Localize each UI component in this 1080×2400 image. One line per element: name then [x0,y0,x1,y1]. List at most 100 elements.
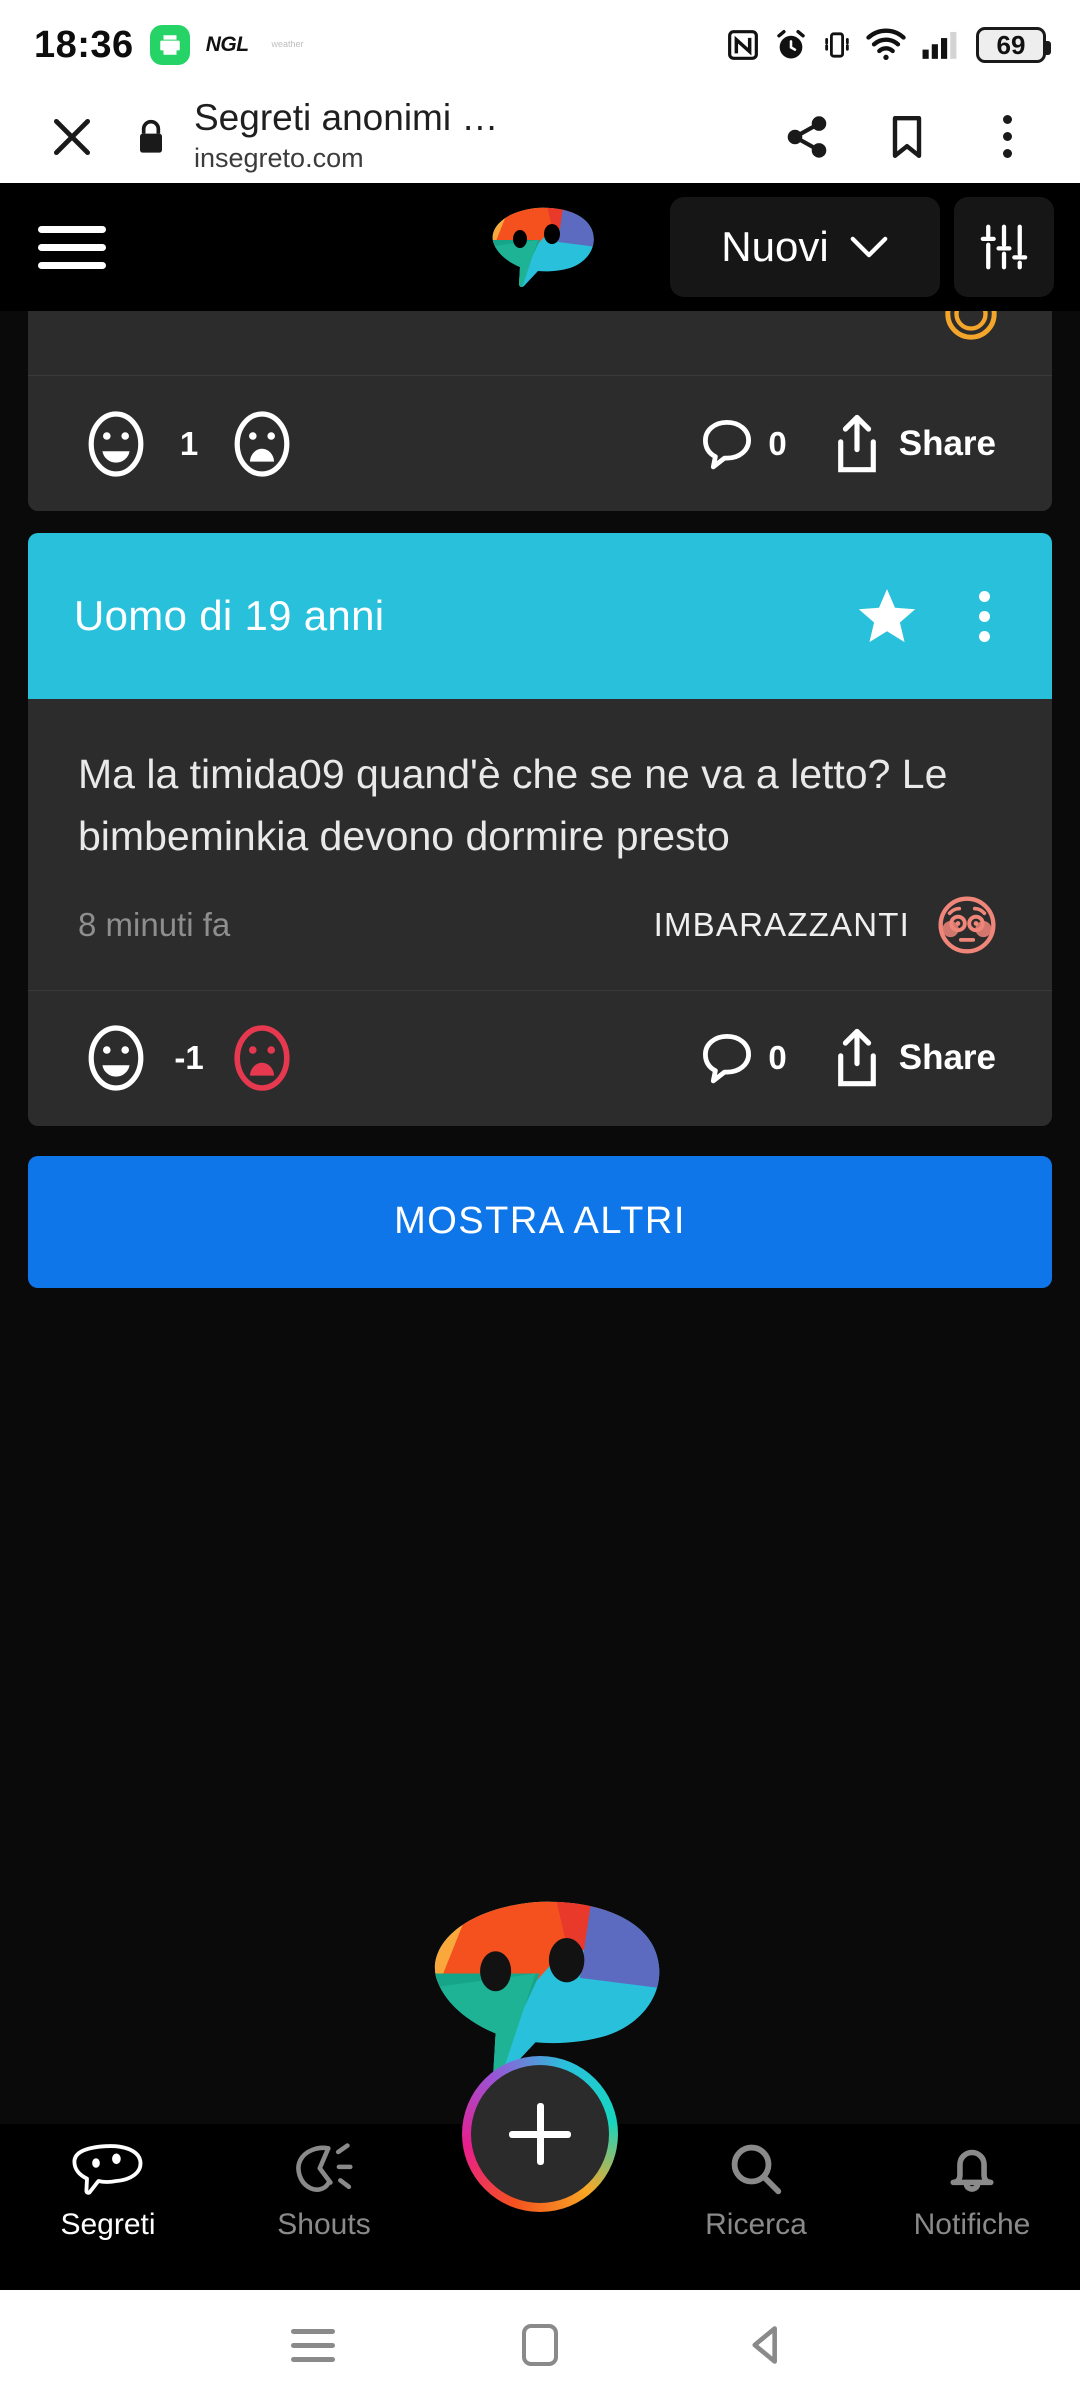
browser-title-block[interactable]: Segreti anonimi … insegreto.com [188,97,754,176]
share-icon [837,414,876,472]
post-overflow-button[interactable] [952,573,1016,659]
nav-item-segreti[interactable]: Segreti [0,2138,216,2242]
recents-icon [291,2328,336,2362]
partial-post-body [28,311,1052,375]
status-bar-right: 69 [727,27,1051,63]
sliders-icon [980,224,1028,270]
share-icon [837,1028,876,1087]
hamburger-line [38,225,106,233]
nav-label-segreti: Segreti [60,2208,156,2241]
post-card[interactable]: Uomo di 19 anni Ma la timida09 quand'è c… [28,533,1052,1126]
post-text: Ma la timida09 quand'è che se ne va a le… [78,751,948,860]
filter-button[interactable] [954,197,1054,297]
nav-label-notifiche: Notifiche [913,2208,1031,2241]
insegreto-parrot-logo-large [434,1901,660,2078]
ngl-icon: NGL [205,33,249,56]
star-icon [858,589,916,643]
share-label: Share [898,423,996,463]
comment-button[interactable]: 0 [656,417,830,471]
signal-icon [922,31,957,59]
post-body: Ma la timida09 quand'è che se ne va a le… [28,699,1052,990]
downvote-button[interactable] [226,1022,298,1094]
status-bar-clock: 18:36 [34,23,134,66]
nav-label-shouts: Shouts [277,2208,371,2241]
chevron-down-icon [850,236,888,258]
nav-item-shouts[interactable]: Shouts [216,2138,432,2242]
weather-icon: weather [271,40,304,50]
post-meta: 8 minuti fa IMBARAZZANTI [78,868,1002,990]
post-action-bar: -1 0 Share [28,989,1052,1126]
hugging-face-emoji [945,311,997,340]
upvote-button[interactable] [80,408,152,480]
partial-post-card[interactable]: 1 0 Share [28,311,1052,511]
post-timestamp: 8 minuti fa [78,905,231,943]
sort-dropdown[interactable]: Nuovi [670,197,940,297]
share-post-button[interactable]: Share [831,414,996,474]
comment-count: 0 [768,1039,787,1077]
hamburger-line [38,261,106,269]
flushed-face-emoji [938,896,996,954]
nav-item-ricerca[interactable]: Ricerca [648,2138,864,2242]
nav-item-notifiche[interactable]: Notifiche [864,2138,1080,2242]
browser-toolbar: Segreti anonimi … insegreto.com [0,90,1080,183]
vote-group: 1 [28,408,298,480]
share-button[interactable] [764,94,850,180]
post-header-actions [844,573,1016,659]
share-label: Share [898,1038,996,1078]
post-actions: 0 Share [656,414,1052,474]
system-navigation-bar [0,2290,1080,2400]
home-icon [521,2324,558,2366]
battery-icon: 69 [976,27,1051,63]
recents-button[interactable] [268,2300,358,2390]
android-status-bar: 18:36 NGL weather 69 [0,0,1080,90]
search-icon [727,2138,785,2200]
back-button[interactable] [722,2300,812,2390]
comment-icon [703,1034,752,1084]
megaphone-icon [291,2138,357,2200]
insegreto-parrot-logo [465,204,615,290]
menu-button[interactable] [26,201,118,293]
share-post-button[interactable]: Share [831,1028,996,1088]
home-button[interactable] [495,2300,585,2390]
post-category[interactable]: IMBARAZZANTI [654,894,1002,956]
whatsapp-app-icon [149,25,190,65]
bottom-navigation: Segreti Shouts Ricerca Notifiche [0,2056,1080,2290]
post-author: Uomo di 19 anni [74,592,385,639]
upvote-count: 1 [179,424,199,462]
bookmark-button[interactable] [864,94,950,180]
app-header: Nuovi [0,183,1080,311]
hamburger-line [38,243,106,251]
overflow-menu-button[interactable] [964,94,1050,180]
upvote-count: -1 [174,1039,204,1077]
create-post-fab[interactable] [462,2056,618,2212]
downvote-button[interactable] [226,408,298,480]
parrot-icon [72,2138,144,2200]
wifi-icon [866,28,906,60]
vibrate-icon [825,32,849,58]
bell-icon [943,2138,1001,2200]
app-header-actions: Nuovi [670,197,1054,297]
vote-group: -1 [28,1022,298,1094]
battery-level: 69 [996,29,1026,60]
overflow-menu-icon [978,590,990,642]
fab-inner [471,2065,609,2203]
alarm-icon [777,29,805,59]
phone-screen: 18:36 NGL weather 69 Segreti anonimi … i… [0,0,1080,2400]
partial-post-action-bar: 1 0 Share [28,375,1052,511]
plus-icon [509,2103,571,2165]
close-button[interactable] [30,112,114,162]
show-more-label: MOSTRA ALTRI [394,1200,686,1243]
favorite-star-button[interactable] [844,573,930,659]
back-icon [752,2326,777,2364]
show-more-button[interactable]: MOSTRA ALTRI [28,1155,1052,1288]
comment-button[interactable]: 0 [656,1031,830,1085]
lock-icon [114,117,188,157]
post-category-label: IMBARAZZANTI [653,905,910,943]
comment-icon [703,419,752,469]
comment-count: 0 [768,424,787,462]
upvote-button[interactable] [80,1022,152,1094]
nav-label-ricerca: Ricerca [705,2208,807,2241]
sort-label: Nuovi [721,223,829,270]
browser-actions [754,94,1050,180]
feed-container[interactable]: 1 0 Share Uomo di 19 anni Ma la timida09… [0,311,1080,2124]
